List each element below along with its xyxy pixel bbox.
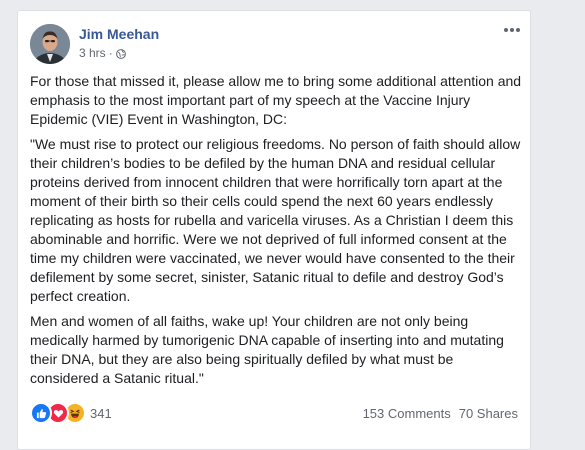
comments-count-link[interactable]: 153 Comments — [363, 406, 451, 421]
like-icon — [30, 402, 52, 424]
post-meta: 3 hrs · — [79, 46, 126, 60]
globe-icon[interactable] — [115, 48, 126, 59]
profile-photo — [30, 24, 70, 64]
more-options-icon[interactable] — [502, 23, 522, 37]
shares-count-link[interactable]: 70 Shares — [459, 406, 518, 421]
avatar[interactable] — [30, 24, 70, 64]
meta-separator: · — [108, 46, 113, 60]
reactions-summary[interactable]: 341 — [30, 402, 112, 424]
post-paragraph: Men and women of all faiths, wake up! Yo… — [30, 313, 504, 386]
reaction-count: 341 — [90, 405, 112, 421]
post-card: Jim Meehan 3 hrs · For those that missed… — [17, 10, 531, 450]
post-footer: 341 153 Comments 70 Shares — [30, 402, 518, 424]
timestamp-link[interactable]: 3 hrs — [79, 46, 106, 60]
post-body: For those that missed it, please allow m… — [30, 72, 524, 394]
post-paragraph: For those that missed it, please allow m… — [30, 73, 522, 127]
post-paragraph: "We must rise to protect our religious f… — [30, 136, 521, 304]
author-name-link[interactable]: Jim Meehan — [79, 26, 159, 42]
